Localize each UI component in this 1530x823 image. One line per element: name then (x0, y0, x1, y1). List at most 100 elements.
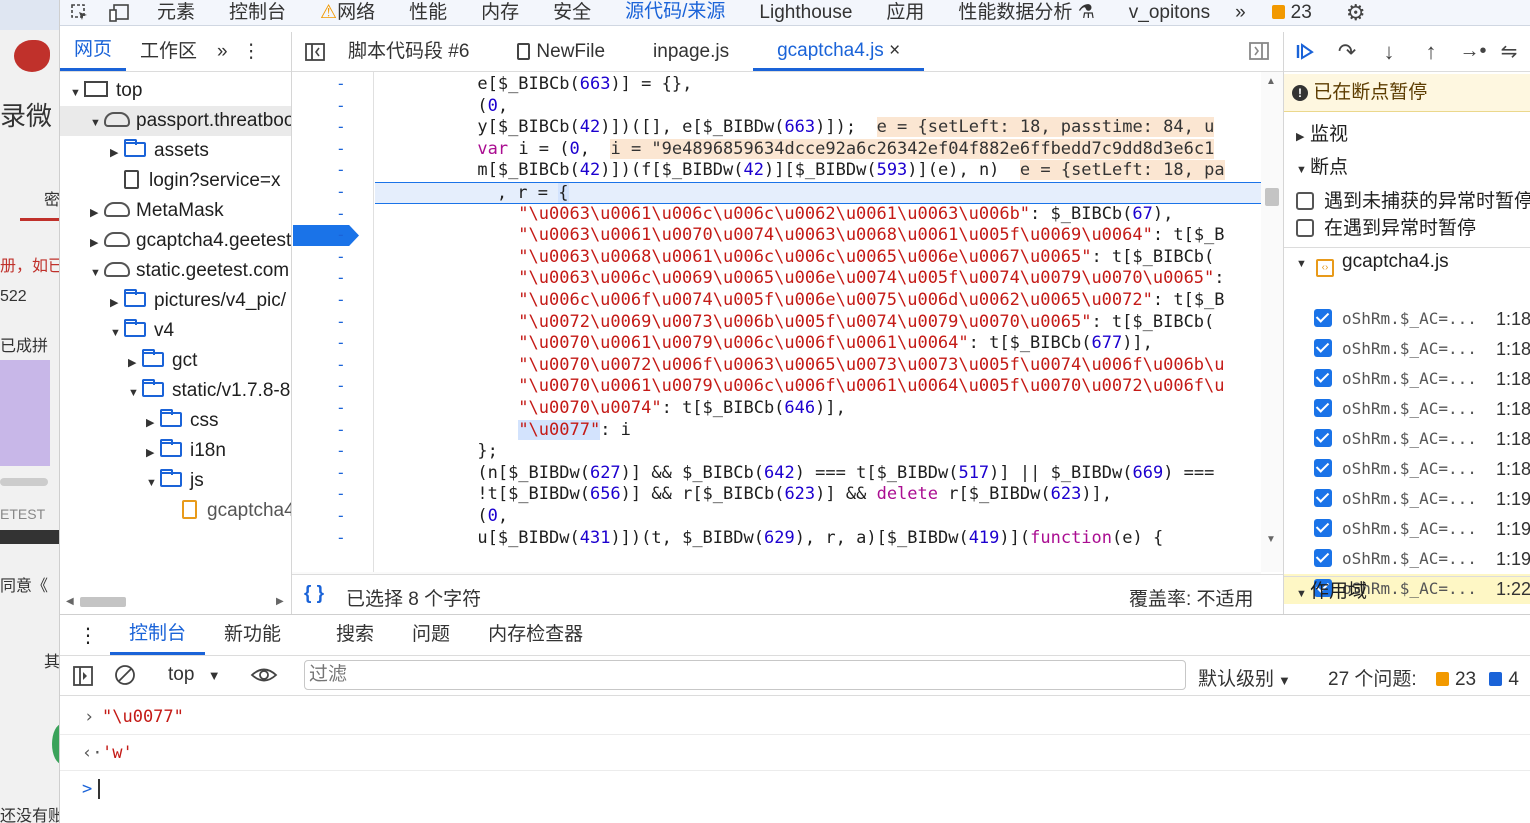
step-icon[interactable]: →• (1452, 32, 1494, 72)
checkbox-checked-icon[interactable] (1314, 309, 1332, 327)
inspect-element-icon[interactable] (60, 0, 100, 25)
tree-item[interactable]: login?service=x (60, 166, 291, 196)
navigator-horizontal-scrollbar[interactable]: ◀ ▶ (66, 594, 286, 610)
watch-section-header[interactable]: ▶ 监视 (1284, 120, 1530, 150)
tree-item[interactable]: ▼ static.geetest.com (60, 256, 291, 286)
drawer-tab-whats-new[interactable]: 新功能 (205, 615, 300, 655)
console-result-row[interactable]: ‹· 'w' (60, 735, 1530, 771)
gutter-dash[interactable]: - (336, 506, 346, 525)
code-line[interactable]: "\u0070\u0072\u006f\u0063\u0065\u0073\u0… (375, 355, 1224, 377)
step-out-icon[interactable]: ↑ (1410, 32, 1452, 72)
pause-caught-checkbox[interactable]: 在遇到异常时暂停 (1284, 214, 1530, 248)
gutter-dash[interactable]: - (336, 463, 346, 482)
tree-item[interactable]: ▶ pictures/v4_pic/ (60, 286, 291, 316)
tree-item[interactable]: ▼ top (60, 76, 291, 106)
drawer-menu-icon[interactable]: ⋮ (60, 623, 110, 648)
tree-item[interactable]: ▶ css (60, 406, 291, 436)
console-prompt-row[interactable]: > (60, 771, 1530, 807)
checkbox-checked-icon[interactable] (1314, 549, 1332, 567)
tree-item[interactable]: ▼ passport.threatbook.cn (60, 106, 291, 136)
gutter-dash[interactable]: - (336, 160, 346, 179)
tab-performance-insights[interactable]: 性能数据分析 ⚗ (941, 0, 1111, 25)
tab-console[interactable]: 控制台 (212, 0, 303, 25)
tab-memory[interactable]: 内存 (464, 0, 536, 25)
code-line[interactable]: "\u0072\u0069\u0073\u006b\u005f\u0074\u0… (375, 312, 1214, 334)
gutter-dash[interactable]: - (336, 182, 346, 201)
gutter-dash[interactable]: - (336, 441, 346, 460)
code-line[interactable]: "\u0063\u0061\u0070\u0074\u0063\u0068\u0… (375, 225, 1224, 247)
breakpoint-item[interactable]: oShRm.$_AC=... 1:18 (1284, 364, 1530, 394)
tree-item[interactable]: ▶ assets (60, 136, 291, 166)
tree-item[interactable]: ▼ js (60, 466, 291, 496)
console-filter-input[interactable] (304, 660, 1186, 690)
code-line[interactable]: y[$_BIBCb(42)])([], e[$_BIBDw(663)]); e … (375, 117, 1215, 139)
checkbox-checked-icon[interactable] (1314, 519, 1332, 537)
nav-tab-workspace[interactable]: 工作区 (126, 32, 211, 72)
checkbox-checked-icon[interactable] (1314, 399, 1332, 417)
drawer-tab-search[interactable]: 搜索 (300, 615, 393, 655)
code-line[interactable]: (0, (375, 506, 508, 528)
live-expression-eye-icon[interactable] (250, 664, 278, 686)
gutter-dash[interactable]: - (336, 225, 346, 244)
tree-item[interactable]: ▶ MetaMask (60, 196, 291, 226)
code-line[interactable]: m[$_BIBCb(42)])(f[$_BIBDw(42)][$_BIBDw(5… (375, 160, 1225, 182)
drawer-tab-console[interactable]: 控制台 (110, 615, 206, 655)
gutter-dash[interactable]: - (336, 420, 346, 439)
drawer-tab-memory-inspector[interactable]: 内存检查器 (469, 615, 602, 655)
gutter-dash[interactable]: - (336, 96, 346, 115)
step-over-icon[interactable]: ↷ (1326, 32, 1368, 72)
gutter-dash[interactable]: - (336, 484, 346, 503)
tree-item[interactable]: gcaptcha4.js (60, 496, 291, 526)
code-line[interactable]: var i = (0, i = "9e4896859634dcce92a6c26… (375, 138, 1215, 161)
gutter-dash[interactable]: - (336, 376, 346, 395)
code-line[interactable]: "\u0063\u0061\u006c\u006c\u0062\u0061\u0… (375, 204, 1173, 226)
close-tab-icon[interactable]: × (889, 40, 900, 61)
editor-tab-newfile[interactable]: NewFile (493, 33, 629, 71)
resume-icon[interactable] (1284, 32, 1326, 72)
checkbox-checked-icon[interactable] (1314, 339, 1332, 357)
breakpoint-item[interactable]: oShRm.$_AC=... 1:18 (1284, 334, 1530, 364)
code-line[interactable]: "\u0070\u0074": t[$_BIBCb(646)], (375, 398, 846, 420)
tab-v-opitons[interactable]: v_opitons (1112, 0, 1227, 25)
gutter-dash[interactable]: - (336, 290, 346, 309)
tree-item[interactable]: ▶ i18n (60, 436, 291, 466)
step-into-icon[interactable]: ↓ (1368, 32, 1410, 72)
gutter-dash[interactable]: - (336, 139, 346, 158)
tab-application[interactable]: 应用 (869, 0, 941, 25)
breakpoint-item[interactable]: oShRm.$_AC=... 1:18 (1284, 304, 1530, 334)
toggle-debugger-sidebar-icon[interactable] (1248, 41, 1270, 61)
issues-summary[interactable]: 27 个问题: 23 4 (1328, 664, 1519, 691)
console-sidebar-icon[interactable] (72, 665, 94, 687)
code-line[interactable]: "\u006c\u006f\u0074\u005f\u006e\u0075\u0… (375, 290, 1224, 312)
pretty-print-button[interactable]: { } (304, 583, 324, 605)
tree-item[interactable]: ▶ gct (60, 346, 291, 376)
editor-tab-snippet[interactable]: 脚本代码段 #6 (338, 33, 493, 71)
tree-item[interactable]: ▶ gcaptcha4.geetest.com (60, 226, 291, 256)
drawer-tab-issues[interactable]: 问题 (393, 615, 469, 655)
deactivate-breakpoints-icon[interactable]: ⇋ (1494, 32, 1524, 72)
code-line[interactable]: (0, (375, 96, 508, 118)
editor-tab-inpage[interactable]: inpage.js (629, 33, 753, 71)
breakpoint-item[interactable]: oShRm.$_AC=... 1:19 (1284, 544, 1530, 574)
issues-counter[interactable]: 23 (1271, 2, 1312, 24)
code-line[interactable]: "\u0077": i (375, 419, 631, 442)
toggle-navigator-icon[interactable] (292, 33, 338, 71)
nav-tab-page[interactable]: 网页 (60, 32, 127, 71)
tab-lighthouse[interactable]: Lighthouse (742, 0, 869, 25)
tree-item[interactable]: ▼ v4 (60, 316, 291, 346)
code-line[interactable]: (n[$_BIBDw(627)] && $_BIBCb(642) === t[$… (375, 463, 1214, 485)
code-line[interactable]: "\u0070\u0061\u0079\u006c\u006f\u0061\u0… (375, 333, 1153, 355)
code-line-current[interactable]: , r = { (375, 182, 1261, 204)
gutter-dash[interactable]: - (336, 333, 346, 352)
checkbox-checked-icon[interactable] (1314, 429, 1332, 447)
code-lines[interactable]: e[$_BIBCb(663)] = {}, (0, y[$_BIBCb(42)]… (375, 72, 1261, 572)
breakpoint-item[interactable]: oShRm.$_AC=... 1:19 (1284, 484, 1530, 514)
gutter-dash[interactable]: - (336, 247, 346, 266)
breakpoints-section-header[interactable]: ▼ 断点 (1284, 153, 1530, 183)
breakpoint-item[interactable]: oShRm.$_AC=... 1:19 (1284, 514, 1530, 544)
code-line[interactable]: "\u0063\u0068\u0061\u006c\u006c\u0065\u0… (375, 247, 1214, 269)
checkbox-checked-icon[interactable] (1314, 369, 1332, 387)
nav-more-button[interactable]: » (211, 32, 234, 72)
line-gutter[interactable]: - - - - - - - - - - - - - - - - - - - - - - (292, 72, 374, 572)
editor-vertical-scrollbar[interactable]: ▲ ▼ (1261, 72, 1283, 572)
